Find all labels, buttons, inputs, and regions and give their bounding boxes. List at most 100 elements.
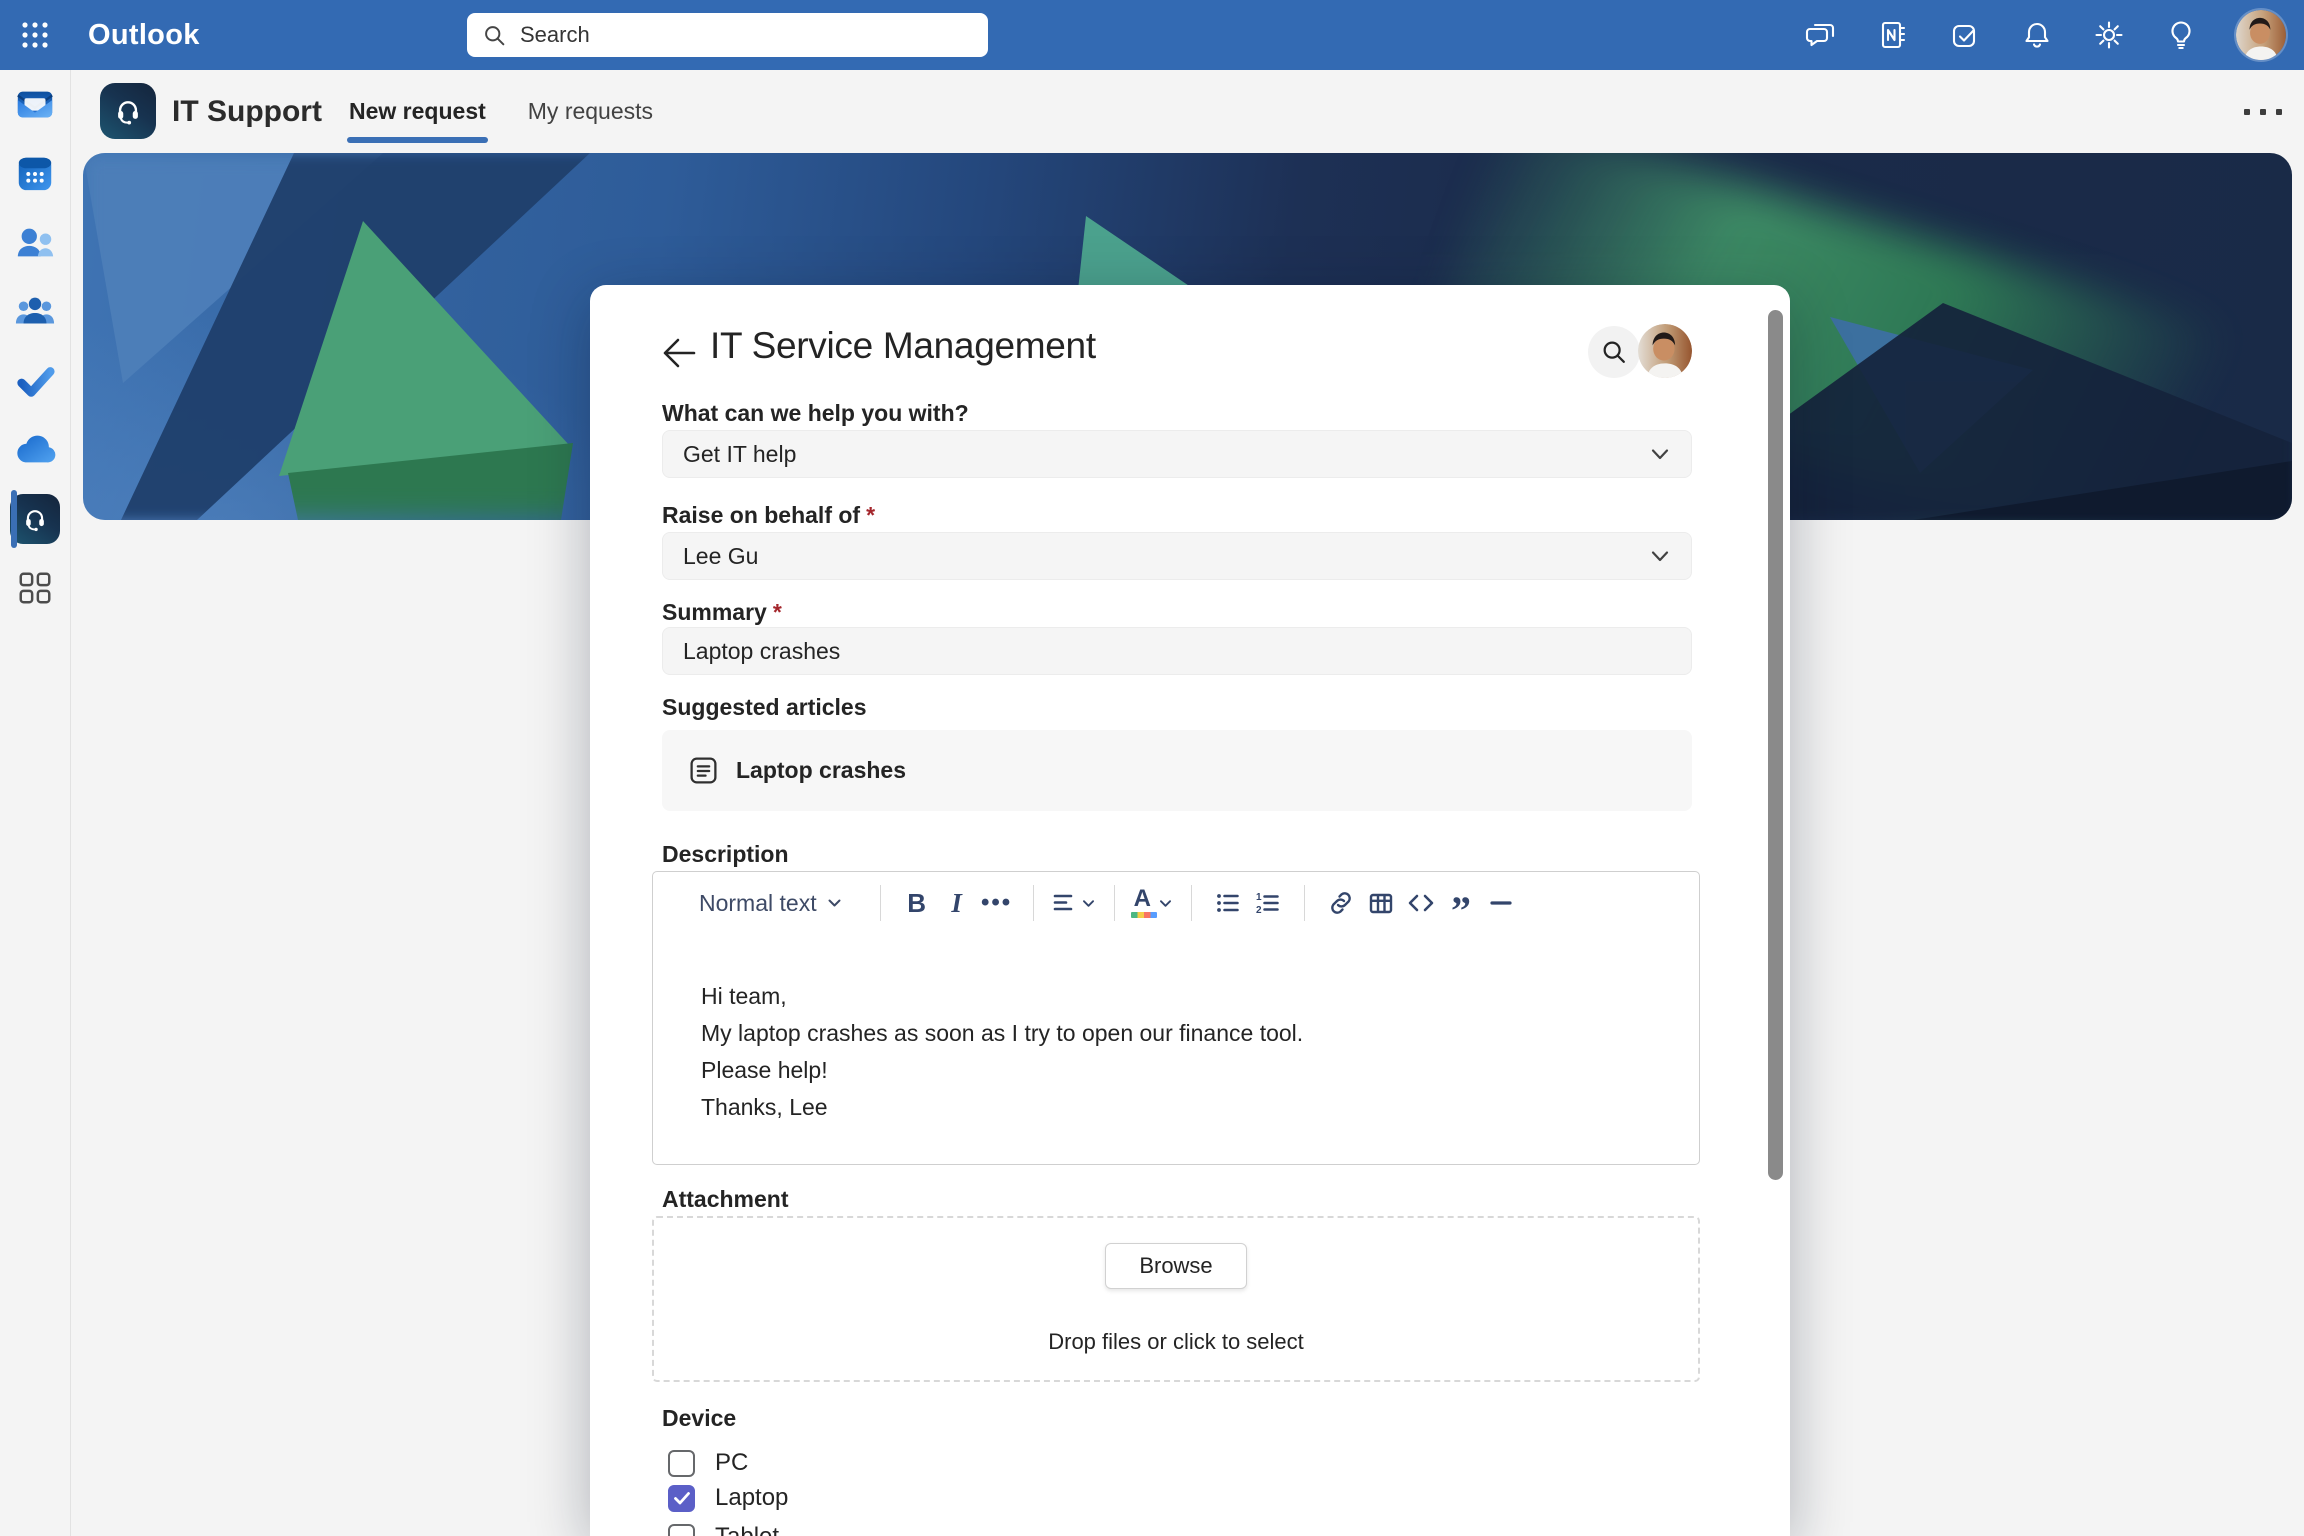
toolbar-separator [1033, 885, 1034, 921]
attachment-dropzone[interactable]: Browse Drop files or click to select [652, 1216, 1700, 1382]
description-line: Thanks, Lee [701, 1095, 1671, 1119]
sidebar-item-onedrive[interactable] [0, 419, 70, 481]
it-support-header-icon [100, 83, 156, 139]
quote-button[interactable]: ” [1444, 875, 1478, 931]
sidebar-item-mail[interactable] [0, 73, 70, 135]
device-option-pc[interactable]: PC [668, 1449, 748, 1477]
svg-text:1: 1 [1256, 892, 1262, 903]
form-user-avatar[interactable] [1638, 324, 1692, 378]
description-line: My laptop crashes as soon as I try to op… [701, 1021, 1671, 1045]
article-title: Laptop crashes [736, 757, 906, 784]
drop-hint: Drop files or click to select [1048, 1329, 1304, 1355]
tab-my-requests[interactable]: My requests [526, 70, 655, 153]
description-line: Please help! [701, 1058, 1671, 1082]
app-tabs: New request My requests [347, 70, 655, 153]
device-option-label: Laptop [715, 1484, 788, 1512]
form-search-button[interactable] [1588, 326, 1640, 378]
sidebar-item-calendar[interactable] [0, 142, 70, 204]
device-option-label: PC [715, 1449, 748, 1477]
help-with-dropdown[interactable]: Get IT help [662, 430, 1692, 478]
summary-input[interactable]: Laptop crashes [662, 627, 1692, 675]
svg-text:2: 2 [1256, 905, 1262, 915]
sidebar-item-more-apps[interactable] [0, 557, 70, 619]
summary-label: Summary* [662, 599, 782, 626]
tab-label: New request [349, 98, 486, 125]
sidebar-item-groups[interactable] [0, 281, 70, 343]
chevron-down-icon [1082, 898, 1095, 909]
outlook-window: Outlook [0, 0, 2304, 1536]
bold-button[interactable]: B [900, 883, 934, 923]
table-button[interactable] [1364, 883, 1398, 923]
align-button[interactable] [1053, 883, 1095, 923]
checkbox[interactable] [668, 1485, 695, 1512]
article-icon [688, 755, 719, 786]
link-button[interactable] [1324, 883, 1358, 923]
text-style-dropdown[interactable]: Normal text [699, 890, 842, 917]
suggested-articles-label: Suggested articles [662, 694, 867, 721]
chevron-down-icon [1649, 545, 1671, 567]
italic-button[interactable]: I [940, 883, 974, 923]
help-with-label: What can we help you with? [662, 400, 969, 427]
active-app-indicator [11, 490, 17, 548]
checkbox[interactable] [668, 1450, 695, 1477]
toolbar-separator [1191, 885, 1192, 921]
more-options-button[interactable] [2244, 70, 2282, 153]
chat-icon[interactable] [1804, 18, 1838, 52]
attachment-label: Attachment [662, 1186, 789, 1213]
global-search-box[interactable] [467, 13, 988, 57]
code-button[interactable] [1404, 883, 1438, 923]
behalf-value: Lee Gu [683, 543, 758, 570]
sidebar-item-it-support[interactable] [0, 488, 70, 550]
bullet-list-button[interactable] [1211, 883, 1245, 923]
app-rail [0, 70, 71, 1536]
description-line: Hi team, [701, 984, 1671, 1008]
search-icon [483, 24, 506, 47]
top-bar: Outlook [0, 0, 2304, 70]
back-button[interactable] [654, 331, 698, 375]
text-color-icon: A [1134, 888, 1151, 918]
onenote-icon[interactable] [1876, 18, 1910, 52]
device-option-tablet[interactable]: Tablet [668, 1523, 779, 1536]
description-editor[interactable]: Normal text B I ••• A [652, 871, 1700, 1165]
behalf-dropdown[interactable]: Lee Gu [662, 532, 1692, 580]
sidebar-item-people[interactable] [0, 212, 70, 274]
device-label: Device [662, 1405, 736, 1432]
more-formatting-button[interactable]: ••• [980, 883, 1014, 923]
toolbar-separator [1304, 885, 1305, 921]
chevron-down-icon [1649, 443, 1671, 465]
checkbox[interactable] [668, 1524, 695, 1536]
divider-button[interactable] [1484, 883, 1518, 923]
text-color-button[interactable]: A [1134, 883, 1172, 923]
brand-title: Outlook [88, 0, 200, 70]
help-with-value: Get IT help [683, 441, 796, 468]
chevron-down-icon [827, 897, 842, 909]
form-title: IT Service Management [710, 325, 1096, 367]
topbar-actions [1804, 0, 2286, 70]
modal-scrollbar-thumb[interactable] [1768, 310, 1783, 1180]
waffle-icon [20, 20, 50, 50]
numbered-list-button[interactable]: 1 2 [1251, 883, 1285, 923]
device-option-label: Tablet [715, 1523, 779, 1536]
tab-label: My requests [528, 98, 653, 125]
bell-icon[interactable] [2020, 18, 2054, 52]
settings-gear-icon[interactable] [2092, 18, 2126, 52]
search-input[interactable] [518, 21, 942, 49]
description-text[interactable]: Hi team, My laptop crashes as soon as I … [701, 984, 1671, 1132]
lightbulb-icon[interactable] [2164, 18, 2198, 52]
sidebar-item-todo[interactable] [0, 350, 70, 412]
profile-avatar[interactable] [2236, 10, 2286, 60]
suggested-article-item[interactable]: Laptop crashes [662, 730, 1692, 811]
toolbar-separator [1114, 885, 1115, 921]
app-launcher-icon[interactable] [0, 0, 70, 70]
tab-new-request[interactable]: New request [347, 70, 488, 153]
toolbar-separator [880, 885, 881, 921]
editor-toolbar: Normal text B I ••• A [653, 872, 1699, 934]
description-label: Description [662, 841, 789, 868]
todo-check-icon[interactable] [1948, 18, 1982, 52]
it-support-app-icon [10, 494, 60, 544]
chevron-down-icon [1159, 898, 1172, 909]
app-header: IT Support New request My requests [70, 70, 2304, 153]
browse-button[interactable]: Browse [1105, 1243, 1247, 1289]
summary-value: Laptop crashes [683, 638, 840, 665]
device-option-laptop[interactable]: Laptop [668, 1484, 788, 1512]
